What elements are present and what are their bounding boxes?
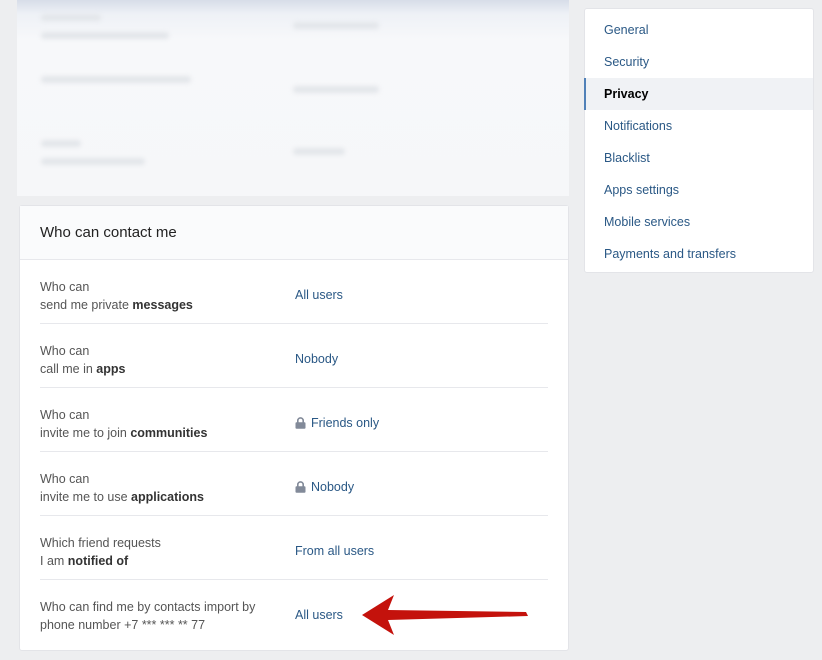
privacy-value-text: Nobody: [311, 480, 355, 494]
red-arrow-icon: [362, 595, 528, 635]
privacy-value-dropdown[interactable]: All users: [295, 287, 343, 303]
setting-label-keyword: applications: [131, 490, 204, 504]
menu-item-general[interactable]: General: [585, 14, 813, 46]
settings-rows: Who can send me private messages All users…: [40, 260, 548, 644]
privacy-value-dropdown[interactable]: From all users: [295, 543, 374, 559]
menu-item-mobile-services[interactable]: Mobile services: [585, 206, 813, 238]
setting-label-line2: invite me to use: [40, 490, 132, 504]
setting-label-line1: Who can: [40, 408, 90, 422]
privacy-value-text: All users: [295, 288, 343, 302]
blurred-text: [293, 148, 345, 155]
blurred-settings-section: [17, 0, 569, 196]
section-title: Who can contact me: [40, 224, 177, 241]
privacy-value-text: From all users: [295, 544, 375, 558]
blurred-text: [41, 140, 81, 147]
setting-label: Who can invite me to join communities: [40, 406, 280, 442]
blurred-text: [293, 86, 379, 93]
settings-side-menu: General Security Privacy Notifications Black…: [584, 8, 814, 273]
setting-label: Who can invite me to use applications: [40, 470, 280, 506]
setting-row: Who can invite me to join communities Frie…: [40, 388, 548, 452]
blurred-text: [41, 32, 169, 39]
setting-label: Which friend requests I am notified of: [40, 534, 280, 570]
setting-label-line2: invite me to join: [40, 426, 131, 440]
privacy-value-dropdown[interactable]: Nobody: [295, 351, 338, 367]
setting-row: Who can send me private messages All users: [40, 260, 548, 324]
menu-item-privacy[interactable]: Privacy: [584, 78, 813, 110]
menu-item-security[interactable]: Security: [585, 46, 813, 78]
setting-label-line1: Who can: [40, 472, 90, 486]
setting-label-line1: Who can find me by contacts import by: [40, 600, 256, 614]
setting-label-line1: Which friend requests: [40, 536, 161, 550]
setting-label: Who can send me private messages: [40, 278, 280, 314]
card-header: Who can contact me: [20, 206, 568, 260]
setting-label-keyword: messages: [132, 298, 193, 312]
setting-label: Who can find me by contacts import by pho…: [40, 598, 280, 634]
menu-item-apps-settings[interactable]: Apps settings: [585, 174, 813, 206]
setting-row: Which friend requests I am notified of Fro…: [40, 516, 548, 580]
lock-icon: [295, 417, 306, 429]
privacy-value-dropdown[interactable]: All users: [295, 607, 343, 623]
blurred-text: [293, 22, 379, 29]
setting-row: Who can invite me to use applications Nobo…: [40, 452, 548, 516]
privacy-value-text: Nobody: [295, 352, 339, 366]
setting-row: Who can call me in apps Nobody: [40, 324, 548, 388]
setting-label-line1: Who can: [40, 280, 90, 294]
blurred-text: [41, 158, 145, 165]
privacy-value-dropdown[interactable]: Nobody: [295, 479, 354, 495]
setting-label-line2: phone number +7 *** *** ** 77: [40, 618, 206, 632]
contact-settings-card: Who can contact me Who can send me privat…: [19, 205, 569, 651]
blurred-text: [41, 76, 191, 83]
menu-item-blacklist[interactable]: Blacklist: [585, 142, 813, 174]
blurred-text: [41, 14, 101, 21]
setting-label-line2: I am: [40, 554, 68, 568]
setting-label-keyword: communities: [130, 426, 208, 440]
setting-label-line2: send me private: [40, 298, 133, 312]
lock-icon: [295, 481, 306, 493]
privacy-value-text: Friends only: [311, 416, 380, 430]
setting-label-line2: call me in: [40, 362, 97, 376]
privacy-value-dropdown[interactable]: Friends only: [295, 415, 379, 431]
privacy-value-text: All users: [295, 608, 343, 622]
setting-label: Who can call me in apps: [40, 342, 280, 378]
menu-item-payments-and-transfers[interactable]: Payments and transfers: [585, 238, 813, 270]
setting-label-line1: Who can: [40, 344, 90, 358]
menu-item-notifications[interactable]: Notifications: [585, 110, 813, 142]
setting-label-keyword: notified of: [67, 554, 129, 568]
setting-label-keyword: apps: [96, 362, 126, 376]
